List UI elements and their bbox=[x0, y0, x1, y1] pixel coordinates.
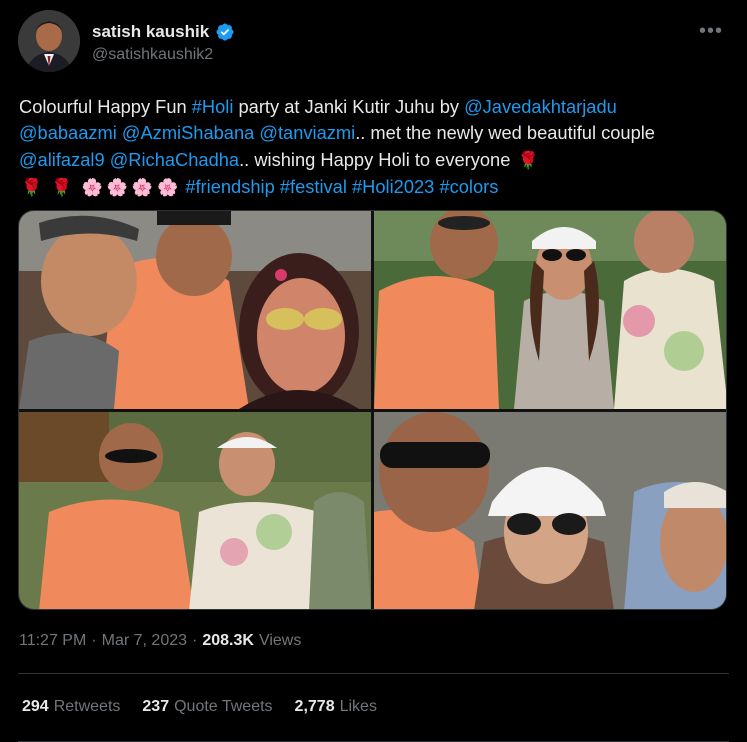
likes-stat[interactable]: 2,778 Likes bbox=[295, 698, 377, 716]
quotes-count: 237 bbox=[142, 698, 170, 715]
photo-3-image bbox=[19, 412, 371, 609]
photo-2-image bbox=[374, 211, 726, 409]
cherry-blossom-emoji-icon: 🌸 bbox=[81, 178, 103, 198]
tweet-stats: 294 Retweets 237 Quote Tweets 2,778 Like… bbox=[22, 698, 377, 716]
photo-4-image bbox=[374, 412, 726, 609]
quote-tweets-stat[interactable]: 237 Quote Tweets bbox=[142, 698, 272, 716]
views-label: Views bbox=[258, 632, 302, 649]
hashtag-link-holi2023[interactable]: #Holi2023 bbox=[352, 176, 434, 197]
quotes-label: Quote Tweets bbox=[174, 698, 273, 715]
mention-link-babaazmi[interactable]: @babaazmi bbox=[19, 122, 117, 143]
photo-4[interactable] bbox=[374, 412, 726, 609]
likes-count: 2,778 bbox=[294, 698, 335, 715]
rose-emoji-icon: 🌹 bbox=[21, 178, 43, 198]
hashtag-link-festival[interactable]: #festival bbox=[280, 176, 347, 197]
media-grid bbox=[18, 210, 727, 610]
photo-2[interactable] bbox=[374, 211, 726, 409]
mention-link-tanviazmi[interactable]: @tanviazmi bbox=[259, 122, 355, 143]
author-handle[interactable]: @satishkaushik2 bbox=[92, 46, 235, 64]
author-display-name[interactable]: satish kaushik bbox=[92, 22, 209, 42]
cherry-blossom-emoji-icon: 🌸 bbox=[131, 178, 154, 198]
meta-separator: · bbox=[91, 632, 97, 649]
tweet-meta: 11:27 PM · Mar 7, 2023 · 208.3K Views bbox=[19, 632, 301, 650]
display-name-row: satish kaushik bbox=[92, 22, 235, 42]
text-segment: .. wishing Happy Holi to everyone bbox=[239, 148, 511, 170]
tweet-date[interactable]: Mar 7, 2023 bbox=[102, 632, 187, 650]
verified-badge-icon[interactable] bbox=[215, 22, 235, 42]
tweet-text: Colourful Happy Fun #Holi party at Janki… bbox=[19, 94, 735, 202]
divider bbox=[18, 673, 729, 674]
text-segment: party at Janki Kutir Juhu by bbox=[233, 96, 465, 117]
retweets-stat[interactable]: 294 Retweets bbox=[22, 698, 120, 716]
author-avatar[interactable] bbox=[18, 10, 80, 72]
views-count: 208.3K bbox=[202, 632, 254, 649]
mention-link-azmishabana[interactable]: @AzmiShabana bbox=[122, 122, 254, 143]
cherry-blossom-emoji-icon: 🌸 bbox=[157, 178, 179, 198]
text-segment: .. met the newly wed beautiful couple bbox=[355, 122, 655, 144]
author-names: satish kaushik @satishkaushik2 bbox=[92, 22, 235, 64]
photo-3[interactable] bbox=[19, 412, 371, 609]
hashtag-link-colors[interactable]: #colors bbox=[439, 176, 498, 197]
tweet-time[interactable]: 11:27 PM bbox=[19, 632, 86, 650]
hashtag-link-holi[interactable]: #Holi bbox=[192, 96, 234, 117]
likes-label: Likes bbox=[339, 698, 377, 715]
mention-link-richachadha[interactable]: @RichaChadha bbox=[110, 149, 239, 170]
photo-1-image bbox=[19, 211, 371, 409]
more-horizontal-icon[interactable]: ••• bbox=[699, 20, 723, 43]
text-segment: Colourful Happy Fun bbox=[19, 96, 192, 117]
tweet-header: satish kaushik @satishkaushik2 ••• bbox=[18, 10, 729, 78]
avatar-image bbox=[18, 10, 80, 72]
tweet-detail: satish kaushik @satishkaushik2 ••• Colou… bbox=[0, 0, 747, 742]
mention-link-alifazal9[interactable]: @alifazal9 bbox=[19, 149, 105, 170]
mention-link-javedakhtarjadu[interactable]: @Javedakhtarjadu bbox=[464, 96, 617, 117]
cherry-blossom-emoji-icon: 🌸 bbox=[106, 178, 128, 198]
retweets-count: 294 bbox=[22, 698, 49, 715]
rose-emoji-icon: 🌹 bbox=[517, 150, 539, 170]
rose-emoji-icon: 🌹 bbox=[51, 178, 73, 198]
retweets-label: Retweets bbox=[53, 698, 121, 715]
hashtag-link-friendship[interactable]: #friendship bbox=[185, 176, 274, 197]
meta-separator: · bbox=[192, 632, 198, 649]
photo-1[interactable] bbox=[19, 211, 371, 409]
